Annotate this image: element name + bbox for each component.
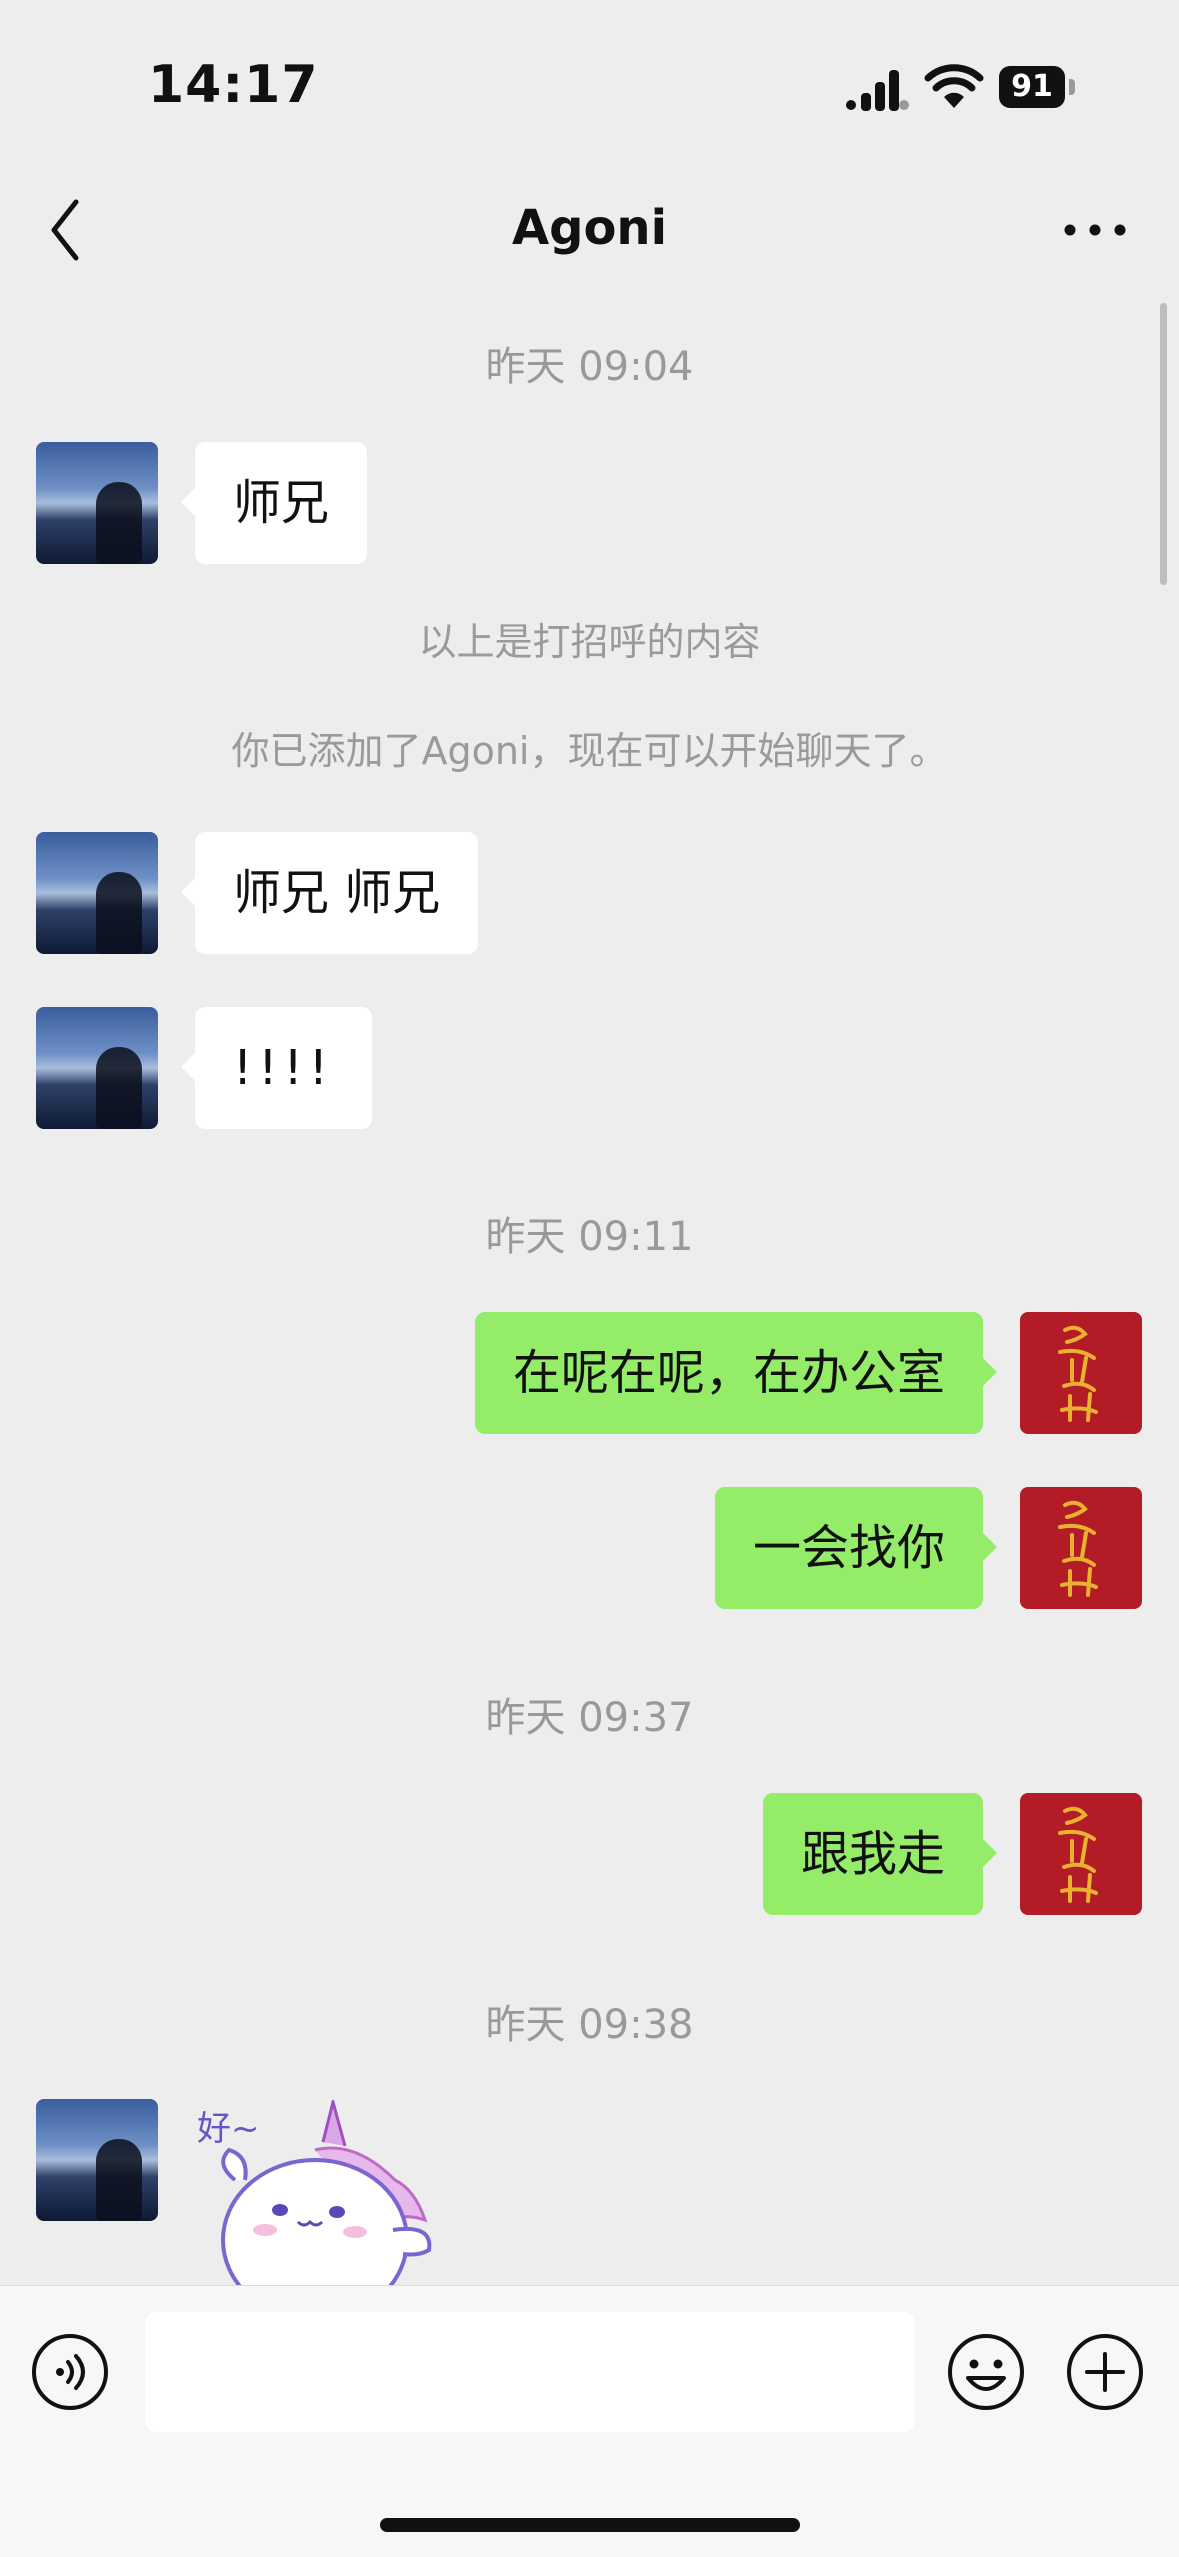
timestamp: 昨天 09:38 (485, 2002, 694, 2048)
message-bubble-incoming[interactable]: 师兄 (180, 442, 368, 564)
message-bubble-incoming[interactable]: 师兄 师兄 (180, 832, 479, 954)
timestamp: 昨天 09:37 (485, 1695, 694, 1741)
more-dots-icon[interactable] (1060, 210, 1130, 250)
avatar-self[interactable] (1020, 1312, 1142, 1434)
system-message: 你已添加了Agoni，现在可以开始聊天了。 (231, 729, 948, 773)
input-bar (0, 2285, 1179, 2557)
message-bubble-outgoing[interactable]: 在呢在呢，在办公室 (474, 1312, 998, 1434)
unicorn-sticker[interactable]: 好~ (195, 2100, 505, 2285)
battery-icon: 91 (999, 66, 1077, 108)
message-bubble-incoming[interactable]: !!!! (181, 1007, 372, 1129)
chat-header: Agoni (0, 170, 1179, 290)
status-time: 14:17 (148, 55, 319, 115)
system-message: 以上是打招呼的内容 (418, 620, 761, 664)
message-input[interactable] (145, 2312, 915, 2432)
wifi-icon (924, 64, 984, 108)
emoji-icon[interactable] (946, 2332, 1026, 2412)
message-bubble-outgoing[interactable]: 跟我走 (762, 1793, 998, 1915)
status-bar: 14:17 91 (0, 0, 1179, 150)
home-indicator[interactable] (380, 2518, 800, 2532)
timestamp: 昨天 09:04 (485, 344, 694, 390)
message-bubble-outgoing[interactable]: 一会找你 (714, 1487, 998, 1609)
avatar-contact[interactable] (36, 1007, 158, 1129)
voice-icon[interactable] (30, 2332, 110, 2412)
avatar-contact[interactable] (36, 2099, 158, 2221)
plus-icon[interactable] (1065, 2332, 1145, 2412)
cellular-signal-icon (846, 70, 909, 111)
avatar-self[interactable] (1020, 1793, 1142, 1915)
avatar-contact[interactable] (36, 442, 158, 564)
avatar-self[interactable] (1020, 1487, 1142, 1609)
chat-title: Agoni (511, 200, 668, 256)
sticker-caption: 好~ (197, 2109, 260, 2149)
timestamp: 昨天 09:11 (485, 1214, 694, 1260)
battery-level: 91 (999, 66, 1065, 108)
avatar-contact[interactable] (36, 832, 158, 954)
